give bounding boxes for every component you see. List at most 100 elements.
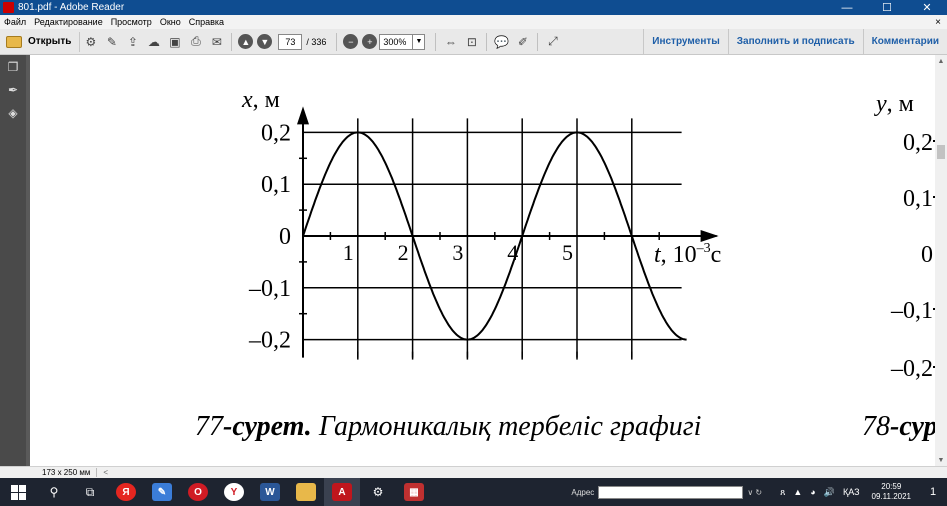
y-axis-label: x, м [241, 87, 280, 113]
zoom-in-button[interactable]: + [362, 34, 378, 49]
open-label: Открыть [28, 36, 72, 47]
fig78-y-tick-label: 0,2 [903, 130, 933, 156]
task-view-icon[interactable]: ⧉ [72, 478, 108, 506]
y-tick-labels: 0,2 0,1 0 –0,1 –0,2 [248, 120, 291, 353]
next-page-button[interactable]: ▼ [257, 34, 273, 49]
figure-78-graph: y, м 0,2 0,1 0 –0,1 –0,2 78-сур [862, 91, 935, 442]
figure-77-caption: 77-сурет. Гармоникалық тербеліс графигі [195, 411, 701, 442]
comment-icon[interactable]: 💬 [492, 32, 511, 51]
signatures-icon[interactable]: ✒ [0, 78, 26, 101]
paint-icon[interactable]: ✎ [144, 478, 180, 506]
maximize-button[interactable]: ☐ [867, 0, 907, 15]
cloud-icon[interactable]: ☁ [144, 32, 163, 51]
notification-count: 1 [929, 486, 937, 498]
open-button[interactable]: Открыть [0, 31, 81, 52]
grid-lines [303, 118, 682, 358]
document-view[interactable]: 0,2 0,1 0 –0,1 –0,2 1 2 3 4 5 x, м t, 10… [30, 55, 935, 466]
minimize-button[interactable]: — [827, 0, 867, 15]
save-icon[interactable]: ▣ [165, 32, 184, 51]
x-tick-label: 5 [562, 240, 573, 265]
y-tick-label: 0,2 [261, 120, 291, 146]
zoom-level-input[interactable]: 300% [379, 33, 414, 50]
fig78-y-axis-unit: , м [887, 91, 914, 117]
taskbar: ⚲ ⧉ Я ✎ O Y W A ⚙ ▦ Адрес ∨ ↻ ጸ ▲ ◕ 🔊 ҚА… [0, 478, 947, 506]
clock-time: 20:59 [881, 482, 902, 491]
start-button[interactable] [0, 478, 36, 506]
title-bar: 801.pdf - Adobe Reader — ☐ ✕ [0, 0, 947, 15]
notifications-icon[interactable]: 1 [919, 478, 947, 506]
scroll-thumb[interactable] [937, 145, 945, 159]
layers-icon[interactable]: ◈ [0, 101, 26, 124]
x-tick-labels: 1 2 3 4 5 [343, 240, 573, 265]
highlight-icon[interactable]: ✐ [513, 32, 532, 51]
file-explorer-icon[interactable] [288, 478, 324, 506]
y-tick-label: 0,1 [261, 172, 291, 198]
figure-77-graph: 0,2 0,1 0 –0,1 –0,2 1 2 3 4 5 x, м t, 10… [241, 87, 721, 360]
word-icon[interactable]: W [252, 478, 288, 506]
close-button[interactable]: ✕ [907, 0, 947, 15]
menu-bar: Файл Редактирование Просмотр Окно Справк… [0, 15, 947, 29]
menu-window[interactable]: Окно [156, 17, 185, 27]
x-axis-unit-tail: с [711, 242, 722, 268]
opera-icon[interactable]: O [180, 478, 216, 506]
edit-pdf-icon[interactable]: ✎ [102, 32, 121, 51]
print-icon[interactable]: ⎙ [186, 32, 205, 51]
create-pdf-icon[interactable]: ⚙ [81, 32, 100, 51]
adobe-reader-icon [3, 2, 14, 13]
previous-page-button[interactable]: ▲ [238, 34, 254, 49]
system-tray: Адрес ∨ ↻ ጸ ▲ ◕ 🔊 ҚАЗ 20:59 09.11.2021 1 [571, 478, 947, 506]
settings-icon[interactable]: ⚙ [360, 478, 396, 506]
clock[interactable]: 20:59 09.11.2021 [872, 482, 911, 502]
email-icon[interactable]: ✉ [207, 32, 226, 51]
fit-width-icon[interactable]: ⇔ [441, 32, 460, 51]
menu-file[interactable]: Файл [0, 17, 30, 27]
axes [297, 106, 719, 358]
y-axis-unit: , м [253, 87, 280, 113]
volume-icon[interactable]: 🔊 [824, 487, 835, 498]
close-document-button[interactable]: × [935, 17, 947, 28]
zoom-dropdown-icon[interactable]: ▼ [413, 33, 426, 50]
fit-page-icon[interactable]: ⊡ [462, 32, 481, 51]
toolbar-divider [435, 32, 437, 51]
yandex-browser-icon[interactable]: Y [216, 478, 252, 506]
fig78-caption-number: 78 [862, 411, 890, 442]
tools-link[interactable]: Инструменты [643, 28, 728, 55]
toolbar: Открыть ⚙ ✎ ⇪ ☁ ▣ ⎙ ✉ ▲ ▼ 73 / 336 − + 3… [0, 28, 947, 55]
x-axis-unit: , 10 [661, 242, 697, 268]
address-go-icon[interactable]: ∨ ↻ [747, 488, 762, 497]
search-icon[interactable]: ⚲ [36, 478, 72, 506]
y-tick-label: –0,2 [248, 328, 291, 354]
y-axis-arrow [297, 106, 309, 125]
fig78-y-tick-label: –0,1 [890, 298, 933, 324]
pages-icon[interactable]: ❐ [0, 55, 26, 78]
clock-date: 09.11.2021 [871, 492, 911, 501]
vertical-scrollbar[interactable]: ▲ ▼ [935, 55, 947, 466]
scroll-down-icon[interactable]: ▼ [935, 454, 947, 466]
comments-link[interactable]: Комментарии [862, 28, 947, 55]
adobe-reader-taskbar-icon[interactable]: A [324, 478, 360, 506]
app-icon[interactable]: ▦ [396, 478, 432, 506]
language-indicator[interactable]: ҚАЗ [843, 487, 860, 497]
fig78-y-tick-label: 0 [921, 242, 933, 268]
tray-chevron-icon[interactable]: ▲ [793, 487, 802, 497]
fig78-y-axis-var: y [874, 91, 887, 117]
scroll-left-icon[interactable]: < [97, 468, 108, 477]
document-page: 0,2 0,1 0 –0,1 –0,2 1 2 3 4 5 x, м t, 10… [195, 87, 935, 442]
page-number-input[interactable]: 73 [278, 33, 303, 50]
export-pdf-icon[interactable]: ⇪ [123, 32, 142, 51]
full-screen-icon[interactable]: ⤢ [543, 32, 562, 51]
x-axis-exponent: –3 [696, 241, 711, 256]
menu-edit[interactable]: Редактирование [30, 17, 107, 27]
yandex-icon[interactable]: Я [108, 478, 144, 506]
zoom-out-button[interactable]: − [343, 34, 359, 49]
people-icon[interactable]: ጸ [780, 487, 785, 498]
navigation-pane: ❐ ✒ ◈ [0, 55, 26, 466]
menu-view[interactable]: Просмотр [107, 17, 156, 27]
x-tick-label: 4 [507, 240, 518, 265]
network-icon[interactable]: ◕ [810, 487, 815, 497]
menu-help[interactable]: Справка [185, 17, 228, 27]
scroll-up-icon[interactable]: ▲ [935, 55, 947, 67]
fill-sign-link[interactable]: Заполнить и подписать [727, 28, 863, 55]
x-tick-label: 3 [452, 240, 463, 265]
address-input[interactable] [598, 485, 744, 499]
